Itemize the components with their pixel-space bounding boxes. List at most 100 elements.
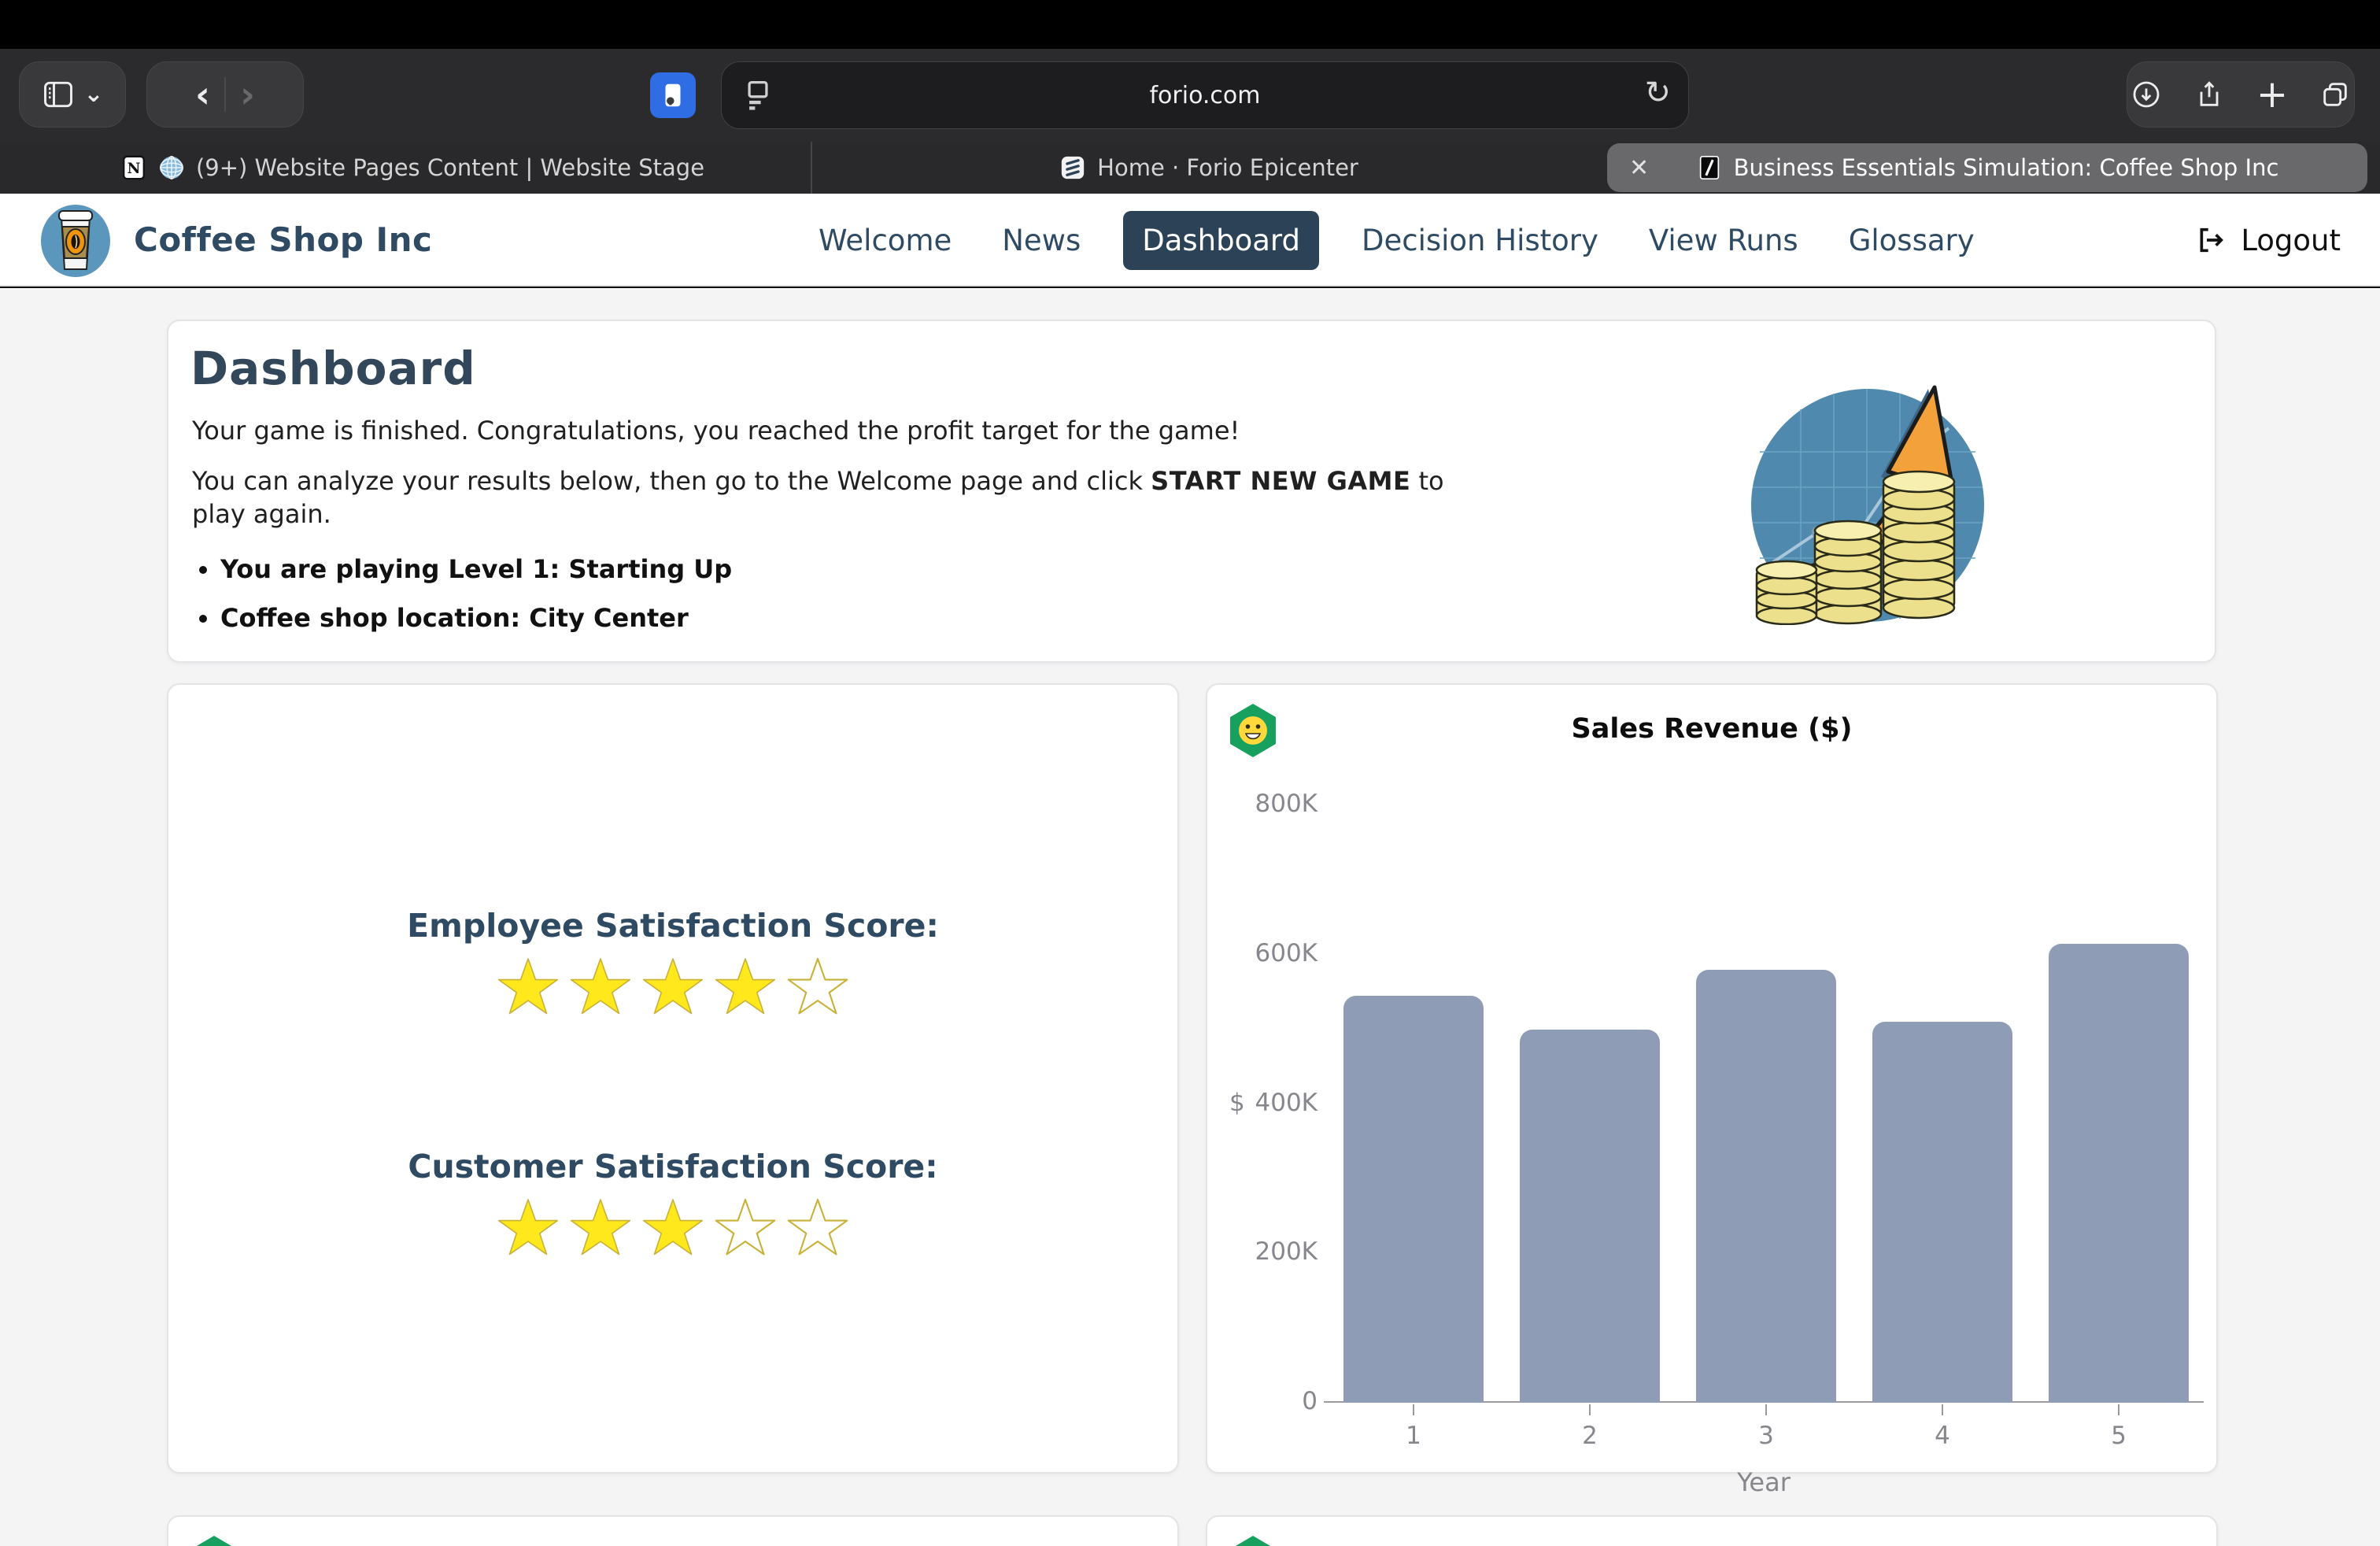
y-tick-label: 800K xyxy=(1223,790,1318,818)
svg-text:N: N xyxy=(128,161,141,177)
tab-title: Home · Forio Epicenter xyxy=(1097,154,1358,181)
password-extension-button[interactable] xyxy=(650,72,696,118)
nav-item-news[interactable]: News xyxy=(994,211,1088,270)
profit-growth-illustration xyxy=(1746,334,1990,625)
instructions-prefix: You can analyze your results below, then… xyxy=(192,466,1151,496)
list-item: You are playing Level 1: Starting Up xyxy=(220,554,732,584)
star-filled-icon xyxy=(497,956,560,1019)
tab-strip: N (9+) Website Pages Content | Website S… xyxy=(0,142,2380,194)
tab-website-pages[interactable]: N (9+) Website Pages Content | Website S… xyxy=(14,142,812,194)
game-info-list: You are playing Level 1: Starting Up Cof… xyxy=(220,554,732,652)
bar-year-1 xyxy=(1343,996,1484,1403)
instructions-message: You can analyze your results below, then… xyxy=(192,464,1499,531)
back-button[interactable]: ‹ xyxy=(195,76,210,113)
tab-simulation-active[interactable]: ✕ Business Essentials Simulation: Coffee… xyxy=(1607,143,2367,192)
close-icon[interactable]: ✕ xyxy=(1629,154,1649,182)
tab-overview-button[interactable] xyxy=(2319,79,2351,110)
page-content: Dashboard Your game is finished. Congrat… xyxy=(0,288,2380,1546)
forward-button[interactable]: › xyxy=(240,76,255,113)
notion-icon: N xyxy=(120,154,147,181)
cumulative-profit-card: Cumulative Operating Profit ($) xyxy=(1206,1515,2218,1546)
nav-item-decision-history[interactable]: Decision History xyxy=(1354,211,1606,270)
y-tick-label: 0 xyxy=(1223,1387,1318,1415)
x-axis-title: Year xyxy=(1324,1467,2204,1497)
x-tick-mark xyxy=(1589,1404,1591,1415)
sidebar-icon xyxy=(41,77,76,112)
page-title: Dashboard xyxy=(190,342,476,395)
nav-item-welcome[interactable]: Welcome xyxy=(811,211,959,270)
reader-view-icon[interactable] xyxy=(742,78,774,119)
screen: ⌄ ‹ › forio.com ↻ xyxy=(0,0,2380,1546)
url-text: forio.com xyxy=(1149,82,1260,109)
menu-bar xyxy=(0,0,2380,49)
employee-stars xyxy=(168,956,1177,1019)
sidebar-button[interactable]: ⌄ xyxy=(19,61,126,128)
logout-label: Logout xyxy=(2241,224,2341,257)
nav-item-dashboard[interactable]: Dashboard xyxy=(1123,211,1319,270)
brand[interactable]: Coffee Shop Inc xyxy=(38,200,432,279)
logout-icon xyxy=(2195,224,2227,256)
star-filled-icon xyxy=(714,956,777,1019)
history-nav: ‹ › xyxy=(146,61,304,128)
y-tick-label: 600K xyxy=(1223,939,1318,967)
downloads-button[interactable] xyxy=(2131,79,2162,110)
site-header: Coffee Shop Inc Welcome News Dashboard D… xyxy=(0,194,2380,287)
brand-name: Coffee Shop Inc xyxy=(134,220,432,259)
nav-item-glossary[interactable]: Glossary xyxy=(1841,211,1983,270)
bar-year-3 xyxy=(1696,970,1836,1403)
tab-title: (9+) Website Pages Content | Website Sta… xyxy=(196,154,704,181)
forio-icon xyxy=(1059,154,1086,181)
x-tick-mark xyxy=(1413,1404,1414,1415)
x-tick-label: 3 xyxy=(1735,1422,1798,1450)
employee-satisfaction-label: Employee Satisfaction Score: xyxy=(168,907,1177,945)
sales-revenue-plot: 0200K400K600K800K12345 xyxy=(1207,804,2219,1403)
browser-toolbar: ⌄ ‹ › forio.com ↻ xyxy=(0,49,2380,142)
star-filled-icon xyxy=(641,1196,704,1259)
chart-title: Sales Revenue ($) xyxy=(1207,713,2216,745)
share-button[interactable] xyxy=(2193,79,2225,110)
finish-message: Your game is finished. Congratulations, … xyxy=(192,414,1499,447)
reload-button[interactable]: ↻ xyxy=(1644,75,1671,111)
satisfaction-card: Employee Satisfaction Score: Customer Sa… xyxy=(167,683,1179,1474)
star-filled-icon xyxy=(569,1196,632,1259)
coffee-cup-logo-icon xyxy=(38,200,113,279)
bar-year-2 xyxy=(1520,1030,1660,1403)
sales-revenue-card: Sales Revenue ($) $ 0200K400K600K800K123… xyxy=(1206,683,2218,1474)
bar-year-5 xyxy=(2049,944,2189,1403)
happy-face-badge-icon xyxy=(187,1534,241,1546)
y-tick-label: 200K xyxy=(1223,1237,1318,1266)
y-tick-label: 400K xyxy=(1223,1089,1318,1117)
happy-face-badge-icon xyxy=(1226,1534,1280,1546)
x-tick-label: 2 xyxy=(1558,1422,1621,1450)
star-filled-icon xyxy=(497,1196,560,1259)
customer-satisfaction-label: Customer Satisfaction Score: xyxy=(168,1148,1177,1185)
x-tick-label: 4 xyxy=(1911,1422,1974,1450)
star-empty-icon xyxy=(714,1196,777,1259)
globe-icon xyxy=(158,154,185,181)
logout-button[interactable]: Logout xyxy=(2195,194,2341,287)
star-filled-icon xyxy=(641,956,704,1019)
address-bar[interactable]: forio.com ↻ xyxy=(721,61,1689,129)
x-tick-mark xyxy=(1942,1404,1943,1415)
chevron-down-icon: ⌄ xyxy=(83,83,103,106)
dashboard-summary-card: Dashboard Your game is finished. Congrat… xyxy=(167,320,2216,663)
x-tick-mark xyxy=(2118,1404,2119,1415)
star-filled-icon xyxy=(569,956,632,1019)
x-tick-label: 1 xyxy=(1382,1422,1445,1450)
x-tick-label: 5 xyxy=(2087,1422,2150,1450)
toolbar-right-group: + xyxy=(2127,61,2355,128)
star-empty-icon xyxy=(786,956,849,1019)
tab-forio-home[interactable]: Home · Forio Epicenter xyxy=(814,142,1604,194)
annual-profit-card: Annual Operating Profit ($) xyxy=(167,1515,1179,1546)
star-empty-icon xyxy=(786,1196,849,1259)
bar-year-4 xyxy=(1872,1022,2012,1403)
main-nav: Welcome News Dashboard Decision History … xyxy=(811,194,1983,287)
tab-title: Business Essentials Simulation: Coffee S… xyxy=(1734,154,2279,181)
divider xyxy=(224,77,226,112)
lock-document-icon xyxy=(658,80,688,110)
customer-stars xyxy=(168,1196,1177,1259)
start-new-game-text: START NEW GAME xyxy=(1151,466,1410,496)
new-tab-button[interactable]: + xyxy=(2256,72,2288,117)
nav-item-view-runs[interactable]: View Runs xyxy=(1641,211,1806,270)
slash-favicon xyxy=(1696,154,1723,181)
